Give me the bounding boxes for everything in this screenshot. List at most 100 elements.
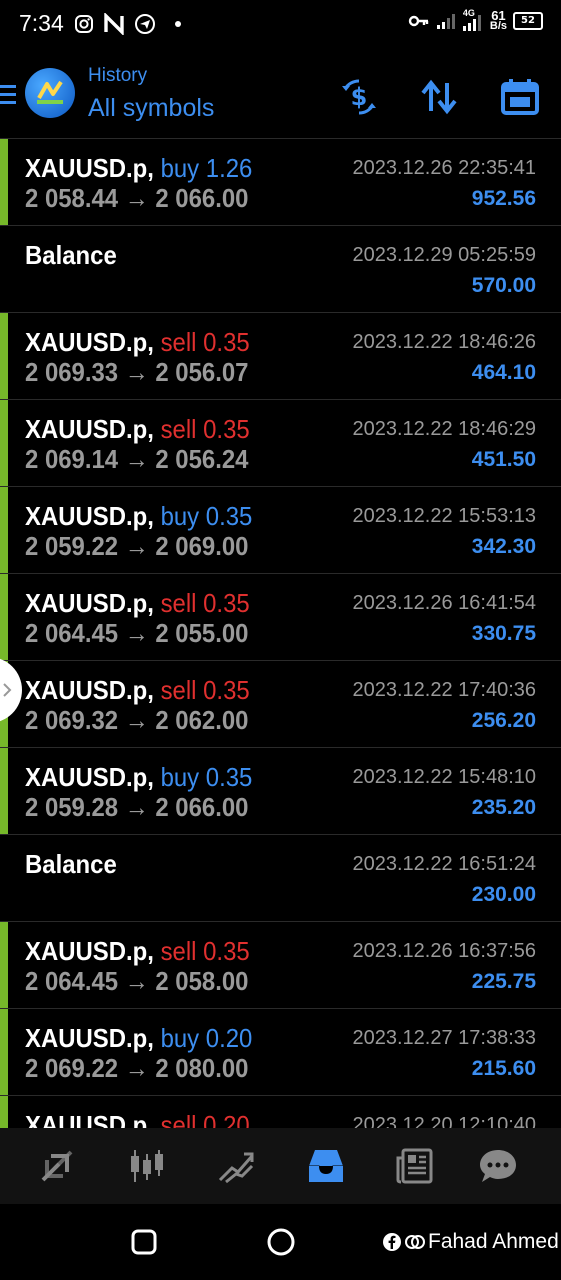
- trade-symbol: XAUUSD.p,: [25, 501, 154, 531]
- nav-quotes[interactable]: [35, 1144, 79, 1188]
- menu-icon[interactable]: [0, 81, 16, 109]
- trade-row[interactable]: XAUUSD.p, sell 0.35 2 069.32 → 2 062.00 20…: [0, 660, 561, 747]
- trade-symbol-line: XAUUSD.p, sell 0.35: [25, 588, 250, 619]
- app-logo[interactable]: [25, 68, 75, 118]
- open-price: 2 064.45: [25, 966, 119, 996]
- position-accent-bar: [0, 748, 8, 834]
- trade-symbol-line: XAUUSD.p, buy 0.35: [25, 501, 252, 532]
- trade-prices: 2 069.33 → 2 056.07: [25, 357, 248, 388]
- link-icon: [405, 1235, 425, 1249]
- news-icon: [396, 1148, 433, 1184]
- trade-time: 2023.12.26 16:37:56: [352, 940, 536, 962]
- trade-row[interactable]: XAUUSD.p, buy 1.26 2 058.44 → 2 066.00 202…: [0, 138, 561, 225]
- close-price: 2 066.00: [155, 792, 249, 822]
- side-drawer-handle[interactable]: [0, 657, 22, 723]
- svg-text:$: $: [351, 83, 368, 111]
- sort-icon: [421, 79, 457, 115]
- trade-volume: 1.26: [205, 153, 253, 183]
- nav-news[interactable]: [393, 1144, 437, 1188]
- price-arrow: →: [124, 357, 149, 387]
- position-accent-bar: [0, 139, 8, 225]
- instagram-icon: [75, 15, 93, 33]
- open-price: 2 069.22: [25, 1053, 119, 1083]
- trade-profit: 256.20: [471, 709, 536, 732]
- currency-button[interactable]: $: [336, 74, 382, 120]
- balance-row[interactable]: Balance 2023.12.29 05:25:59 570.00: [0, 225, 561, 312]
- close-price: 2 056.24: [155, 444, 249, 474]
- nav-chart[interactable]: [125, 1144, 169, 1188]
- trade-symbol-line: XAUUSD.p, buy 0.20: [25, 1023, 252, 1054]
- trade-symbol-line: XAUUSD.p, sell 0.20: [25, 1110, 250, 1128]
- open-price: 2 059.28: [25, 792, 119, 822]
- trade-symbol-line: XAUUSD.p, sell 0.35: [25, 675, 250, 706]
- trade-side: sell: [160, 588, 197, 618]
- trade-profit: 230.00: [471, 883, 536, 906]
- trade-side: sell: [160, 936, 197, 966]
- trade-profit: 464.10: [471, 361, 536, 384]
- trade-row[interactable]: XAUUSD.p, sell 0.20 2023.12.20 12:10:40: [0, 1095, 561, 1128]
- trade-volume: 0.35: [205, 762, 253, 792]
- trade-symbol: XAUUSD.p,: [25, 588, 154, 618]
- trade-volume: 0.35: [203, 414, 250, 444]
- trade-prices: 2 059.28 → 2 066.00: [25, 792, 248, 823]
- open-price: 2 058.44: [25, 183, 119, 213]
- trade-side: sell: [160, 414, 197, 444]
- nav-trade[interactable]: [214, 1144, 258, 1188]
- trade-side: buy: [160, 153, 200, 183]
- balance-label: Balance: [25, 849, 117, 879]
- trade-row[interactable]: XAUUSD.p, sell 0.35 2 069.14 → 2 056.24 20…: [0, 399, 561, 486]
- recent-apps-button[interactable]: [131, 1229, 157, 1255]
- trade-side: buy: [160, 762, 200, 792]
- page-title[interactable]: All symbols: [88, 94, 214, 123]
- trade-volume: 0.20: [203, 1110, 250, 1128]
- close-price: 2 069.00: [155, 531, 249, 561]
- position-accent-bar: [0, 1009, 8, 1095]
- trade-prices: 2 069.22 → 2 080.00: [25, 1053, 248, 1084]
- trade-row[interactable]: XAUUSD.p, sell 0.35 2 069.33 → 2 056.07 20…: [0, 312, 561, 399]
- trade-symbol: XAUUSD.p,: [25, 936, 154, 966]
- close-price: 2 055.00: [155, 618, 249, 648]
- balance-row[interactable]: Balance 2023.12.22 16:51:24 230.00: [0, 834, 561, 921]
- close-price: 2 080.00: [155, 1053, 249, 1083]
- trade-symbol: XAUUSD.p,: [25, 1110, 154, 1128]
- trade-prices: 2 059.22 → 2 069.00: [25, 531, 248, 562]
- position-accent-bar: [0, 922, 8, 1008]
- open-price: 2 069.14: [25, 444, 119, 474]
- price-arrow: →: [124, 183, 149, 213]
- price-arrow: →: [124, 705, 149, 735]
- trade-row[interactable]: XAUUSD.p, sell 0.35 2 064.45 → 2 055.00 20…: [0, 573, 561, 660]
- price-arrow: →: [124, 1053, 149, 1083]
- chat-icon: [480, 1150, 516, 1182]
- price-arrow: →: [124, 966, 149, 996]
- trade-volume: 0.20: [205, 1023, 253, 1053]
- sort-button[interactable]: [416, 74, 462, 120]
- watermark: Fahad Ahmed: [382, 1230, 559, 1254]
- history-list[interactable]: XAUUSD.p, buy 1.26 2 058.44 → 2 066.00 202…: [0, 138, 561, 1128]
- metatrader-logo-icon: [37, 80, 63, 104]
- position-accent-bar: [0, 487, 8, 573]
- nav-history[interactable]: [304, 1144, 348, 1188]
- notification-icons: [74, 13, 181, 35]
- trade-volume: 0.35: [203, 936, 250, 966]
- trade-side: sell: [160, 1110, 197, 1128]
- more-notifications-dot: [175, 21, 181, 27]
- trade-symbol: XAUUSD.p,: [25, 327, 154, 357]
- trade-row[interactable]: XAUUSD.p, buy 0.35 2 059.28 → 2 066.00 202…: [0, 747, 561, 834]
- trade-profit: 215.60: [471, 1057, 536, 1080]
- trade-row[interactable]: XAUUSD.p, buy 0.20 2 069.22 → 2 080.00 202…: [0, 1008, 561, 1095]
- telegram-icon: [135, 14, 155, 34]
- trade-time: 2023.12.26 16:41:54: [352, 592, 536, 614]
- history-icon: [309, 1150, 343, 1182]
- calendar-button[interactable]: [497, 74, 543, 120]
- trade-volume: 0.35: [203, 675, 250, 705]
- home-button[interactable]: [266, 1227, 296, 1257]
- trade-symbol-line: XAUUSD.p, sell 0.35: [25, 414, 250, 445]
- nav-chat[interactable]: [476, 1144, 520, 1188]
- open-price: 2 069.32: [25, 705, 119, 735]
- price-arrow: →: [124, 444, 149, 474]
- close-price: 2 062.00: [155, 705, 249, 735]
- trade-row[interactable]: XAUUSD.p, buy 0.35 2 059.22 → 2 069.00 202…: [0, 486, 561, 573]
- price-arrow: →: [124, 531, 149, 561]
- trade-profit: 330.75: [471, 622, 536, 645]
- trade-row[interactable]: XAUUSD.p, sell 0.35 2 064.45 → 2 058.00 20…: [0, 921, 561, 1008]
